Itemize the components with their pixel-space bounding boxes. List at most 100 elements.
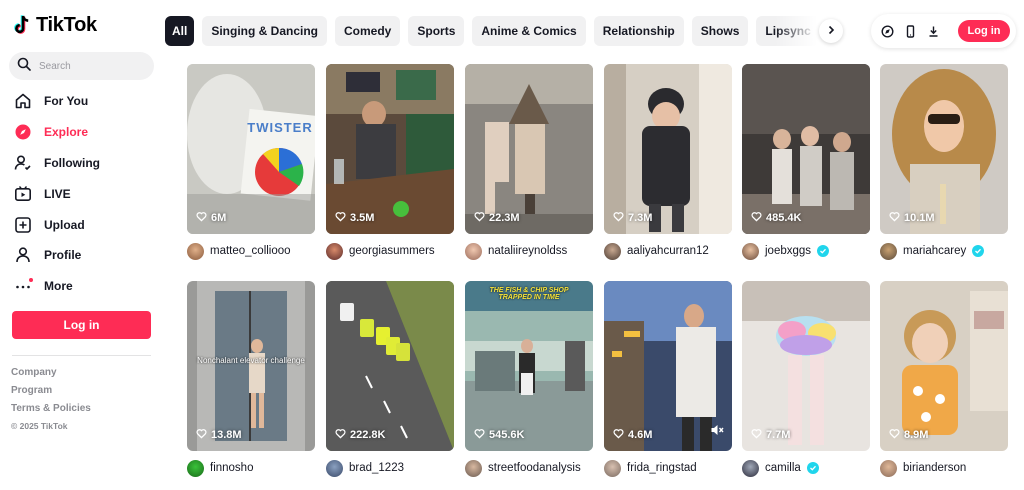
nav-item-live[interactable]: LIVE <box>0 178 165 209</box>
like-count: 4.6M <box>613 428 652 442</box>
category-all[interactable]: All <box>165 16 195 46</box>
video-card: 485.4K joebxggs <box>742 64 870 260</box>
author-name: finnosho <box>210 462 254 474</box>
nav-item-more[interactable]: More <box>0 271 165 302</box>
coin-icon[interactable] <box>881 24 894 38</box>
author-link[interactable]: mariahcarey <box>880 241 985 261</box>
author-name: matteo_colliooo <box>210 245 291 257</box>
download-icon[interactable] <box>927 25 940 38</box>
notification-dot <box>29 278 33 283</box>
like-count: 10.1M <box>889 211 935 225</box>
sidebar-login-button[interactable]: Log in <box>12 311 151 339</box>
footer-link-terms[interactable]: Terms & Policies <box>11 403 161 414</box>
author-link[interactable]: brad_1223 <box>326 458 404 478</box>
video-thumbnail[interactable]: 7.7M <box>742 281 870 451</box>
nav-item-for-you[interactable]: For You <box>0 86 165 117</box>
nav-label: More <box>44 279 73 294</box>
sidebar-footer: Company Program Terms & Policies © 2025 … <box>11 367 161 431</box>
category-lipsync[interactable]: Lipsync <box>756 16 820 46</box>
video-card: 3.5M georgiasummers <box>326 64 454 260</box>
thumbnail-art <box>742 281 870 451</box>
video-thumbnail[interactable]: 222.8K <box>326 281 454 451</box>
author-name: birianderson <box>903 462 967 474</box>
video-card: 22.3M nataliireynoldss <box>465 64 593 260</box>
heart-outline-icon <box>335 211 346 225</box>
video-thumbnail[interactable]: 8.9M <box>880 281 1008 451</box>
author-link[interactable]: joebxggs <box>742 241 830 261</box>
video-thumbnail[interactable]: 7.3M <box>604 64 732 234</box>
video-card: TWISTER 6M matteo_colliooo <box>187 64 315 260</box>
category-next-button[interactable] <box>819 19 843 43</box>
video-thumbnail[interactable]: 10.1M <box>880 64 1008 234</box>
video-thumbnail[interactable]: Nonchalant elevator challenge 13.8M <box>187 281 315 451</box>
category-comedy[interactable]: Comedy <box>335 16 401 46</box>
avatar <box>326 459 343 477</box>
tiktok-note-icon <box>14 14 32 37</box>
author-link[interactable]: streetfoodanalysis <box>465 458 581 478</box>
video-caption: THE FISH & CHIP SHOP TRAPPED IN TIME <box>489 287 569 301</box>
category-sports[interactable]: Sports <box>408 16 465 46</box>
search-icon <box>17 57 31 76</box>
video-thumbnail[interactable]: 22.3M <box>465 64 593 234</box>
author-name: nataliireynoldss <box>488 245 568 257</box>
author-link[interactable]: matteo_colliooo <box>187 241 291 261</box>
author-name: mariahcarey <box>903 245 967 257</box>
video-thumbnail[interactable]: 4.6M <box>604 281 732 451</box>
nav-item-explore[interactable]: Explore <box>0 117 165 148</box>
verified-badge-icon <box>972 245 985 257</box>
video-thumbnail[interactable]: 3.5M <box>326 64 454 234</box>
author-link[interactable]: finnosho <box>187 458 253 478</box>
category-anime-comics[interactable]: Anime & Comics <box>472 16 586 46</box>
logo-text: TikTok <box>36 14 97 36</box>
nav-label: Following <box>44 155 100 170</box>
live-icon <box>14 185 32 203</box>
nav-item-following[interactable]: Following <box>0 148 165 179</box>
like-count-text: 3.5M <box>350 212 375 224</box>
verified-badge-icon <box>817 245 830 257</box>
tiktok-logo[interactable]: TikTok <box>14 14 97 37</box>
thumbnail-art <box>187 64 315 234</box>
like-count: 7.7M <box>751 428 790 442</box>
nav-item-profile[interactable]: Profile <box>0 240 165 271</box>
like-count-text: 485.4K <box>766 212 802 224</box>
avatar <box>880 242 897 260</box>
author-link[interactable]: camilla <box>742 458 819 478</box>
author-link[interactable]: frida_ringstad <box>604 458 697 478</box>
nav-item-upload[interactable]: Upload <box>0 209 165 240</box>
video-thumbnail[interactable]: TWISTER 6M <box>187 64 315 234</box>
heart-outline-icon <box>751 211 762 225</box>
author-name: georgiasummers <box>349 245 435 257</box>
profile-icon <box>14 246 32 264</box>
avatar <box>604 242 621 260</box>
mute-icon[interactable] <box>710 423 724 442</box>
sidebar-divider <box>12 355 151 356</box>
video-card: 10.1M mariahcarey <box>880 64 1008 260</box>
search-input[interactable]: Search <box>9 52 154 80</box>
thumbnail-art <box>880 281 1008 451</box>
top-login-button[interactable]: Log in <box>958 20 1010 42</box>
author-link[interactable]: georgiasummers <box>326 241 435 261</box>
author-link[interactable]: birianderson <box>880 458 966 478</box>
like-count: 13.8M <box>196 428 242 442</box>
video-thumbnail[interactable]: 485.4K <box>742 64 870 234</box>
thumbnail-art <box>187 281 315 451</box>
like-count: 22.3M <box>474 211 520 225</box>
heart-outline-icon <box>196 211 207 225</box>
video-card: 8.9M birianderson <box>880 281 1008 477</box>
footer-link-program[interactable]: Program <box>11 385 161 396</box>
heart-outline-icon <box>889 428 900 442</box>
author-link[interactable]: aaliyahcurran12 <box>604 241 709 261</box>
thumbnail-art <box>326 281 454 451</box>
category-shows[interactable]: Shows <box>691 16 749 46</box>
author-link[interactable]: nataliireynoldss <box>465 241 567 261</box>
video-card: 7.3M aaliyahcurran12 <box>604 64 732 260</box>
category-singing-dancing[interactable]: Singing & Dancing <box>202 16 328 46</box>
category-relationship[interactable]: Relationship <box>593 16 684 46</box>
like-count: 545.6K <box>474 428 524 442</box>
footer-link-company[interactable]: Company <box>11 367 161 378</box>
video-thumbnail[interactable]: THE FISH & CHIP SHOP TRAPPED IN TIME 545… <box>465 281 593 451</box>
video-card: Nonchalant elevator challenge 13.8M finn… <box>187 281 315 477</box>
phone-icon[interactable] <box>904 24 917 38</box>
video-card: THE FISH & CHIP SHOP TRAPPED IN TIME 545… <box>465 281 593 477</box>
nav-label: Upload <box>44 217 85 232</box>
